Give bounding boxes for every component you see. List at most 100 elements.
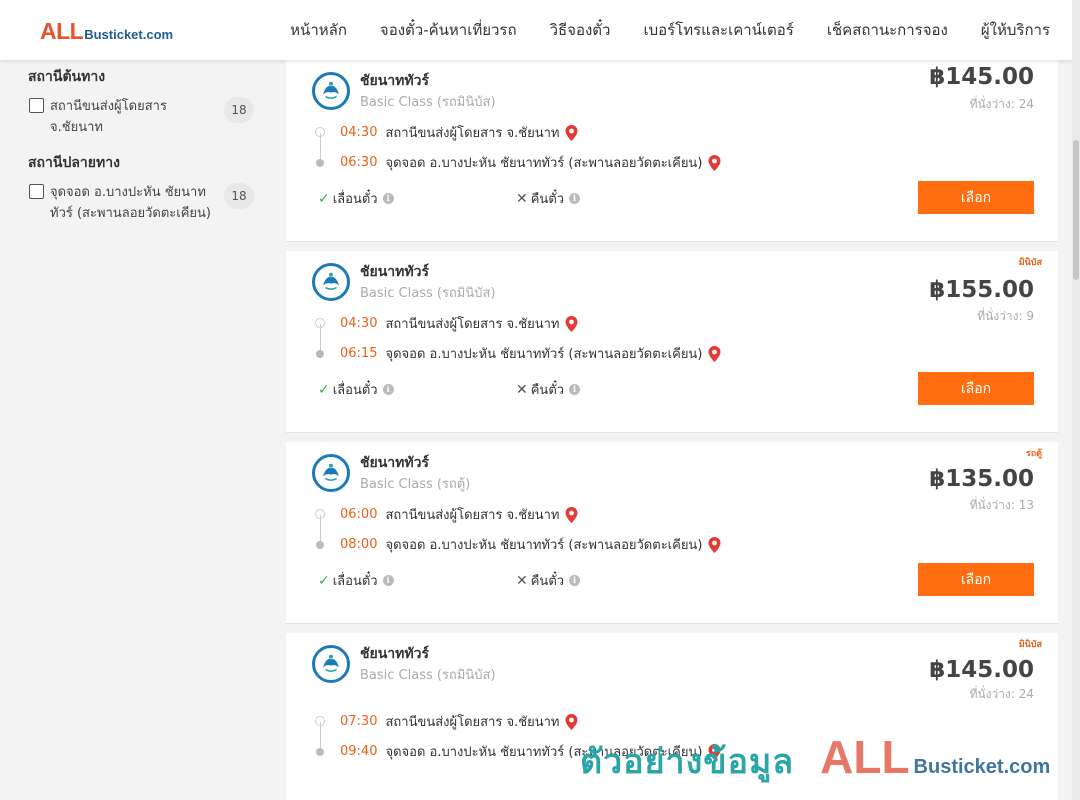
info-icon[interactable]: i (382, 575, 394, 586)
arrival-dot-icon (316, 748, 324, 756)
info-icon[interactable]: i (382, 384, 394, 395)
map-pin-icon[interactable] (565, 506, 578, 523)
trip-price: ฿135.00 (929, 466, 1034, 492)
operator-logo-icon (312, 263, 350, 301)
trip-results: ชัยนาททัวร์ Basic Class (รถมินิบัส) ฿145… (286, 60, 1058, 800)
departure-time: 04:30 (340, 316, 378, 331)
service-class: Basic Class (รถมินิบัส) (360, 95, 496, 110)
check-icon: ✓ (318, 190, 330, 207)
trip-price: ฿145.00 (929, 657, 1034, 683)
arrival-station: จุดจอด อ.บางปะหัน ชัยนาททัวร์ (สะพานลอยว… (385, 156, 703, 171)
route-connector (320, 722, 321, 748)
map-pin-icon[interactable] (708, 536, 721, 553)
departure-station: สถานีขนส่งผู้โดยสาร จ.ชัยนาท (385, 126, 560, 141)
route-connector (320, 324, 321, 350)
trip-card: มินิบัส ชัยนาททัวร์ Basic Class (รถมินิบ… (286, 251, 1058, 433)
seats-available: ที่นั่งว่าง: 24 (969, 97, 1034, 111)
origin-checkbox[interactable] (29, 98, 44, 113)
route-connector (320, 133, 321, 159)
operator-name: ชัยนาททัวร์ (360, 73, 429, 89)
vehicle-type-tag: มินิบัส (1018, 258, 1042, 268)
departure-station: สถานีขนส่งผู้โดยสาร จ.ชัยนาท (385, 508, 560, 523)
refund-ticket-policy: ✕ คืนตั๋ว i (516, 188, 581, 209)
map-pin-icon[interactable] (708, 154, 721, 171)
map-pin-icon[interactable] (565, 713, 578, 730)
filter-sidebar: สถานีต้นทาง สถานีขนส่งผู้โดยสาร จ.ชัยนาท… (28, 60, 260, 224)
map-pin-icon[interactable] (565, 315, 578, 332)
service-class: Basic Class (รถมินิบัส) (360, 668, 496, 683)
refund-ticket-policy: ✕ คืนตั๋ว i (516, 379, 581, 400)
nav-operators[interactable]: ผู้ให้บริการ (981, 18, 1050, 42)
arrival-station: จุดจอด อ.บางปะหัน ชัยนาททัวร์ (สะพานลอยว… (385, 538, 703, 553)
info-icon[interactable]: i (569, 193, 581, 204)
trip-card: รถตู้ ชัยนาททัวร์ Basic Class (รถตู้) ฿1… (286, 442, 1058, 624)
info-icon[interactable]: i (569, 384, 581, 395)
change-ticket-label: เลื่อนตั๋ว (332, 192, 378, 207)
destination-checkbox[interactable] (29, 184, 44, 199)
origin-filter-title: สถานีต้นทาง (28, 69, 106, 85)
vehicle-type-tag: มินิบัส (1018, 640, 1042, 650)
logo-all-text: ALL (40, 18, 84, 44)
info-icon[interactable]: i (382, 193, 394, 204)
nav-book-search[interactable]: จองตั๋ว-ค้นหาเที่ยวรถ (380, 18, 517, 42)
arrival-station: จุดจอด อ.บางปะหัน ชัยนาททัวร์ (สะพานลอยว… (385, 745, 703, 760)
trip-route: 04:30 สถานีขนส่งผู้โดยสาร จ.ชัยนาท 06:15… (314, 313, 834, 369)
departure-station: สถานีขนส่งผู้โดยสาร จ.ชัยนาท (385, 715, 560, 730)
departure-stop: 07:30 สถานีขนส่งผู้โดยสาร จ.ชัยนาท (340, 711, 578, 732)
destination-filter-option[interactable]: จุดจอด อ.บางปะหัน ชัยนาททัวร์ (สะพานลอยว… (28, 182, 260, 224)
refund-ticket-label: คืนตั๋ว (530, 574, 565, 589)
vehicle-type-tag: รถตู้ (1025, 449, 1042, 459)
x-icon: ✕ (516, 381, 528, 398)
trip-card: ชัยนาททัวร์ Basic Class (รถมินิบัส) ฿145… (286, 60, 1058, 242)
trip-route: 04:30 สถานีขนส่งผู้โดยสาร จ.ชัยนาท 06:30… (314, 122, 834, 178)
main-nav: หน้าหลัก จองตั๋ว-ค้นหาเที่ยวรถ วิธีจองตั… (257, 0, 1050, 60)
arrival-dot-icon (316, 541, 324, 549)
change-ticket-policy: ✓ เลื่อนตั๋ว i (318, 188, 394, 209)
check-icon: ✓ (318, 381, 330, 398)
seats-available: ที่นั่งว่าง: 9 (977, 309, 1034, 323)
select-trip-button[interactable]: เลือก (918, 563, 1034, 596)
map-pin-icon[interactable] (565, 124, 578, 141)
arrival-stop: 09:40 จุดจอด อ.บางปะหัน ชัยนาททัวร์ (สะพ… (340, 741, 721, 762)
destination-option-label: จุดจอด อ.บางปะหัน ชัยนาททัวร์ (สะพานลอยว… (50, 185, 212, 221)
page-scrollbar[interactable] (1072, 0, 1080, 800)
nav-how-to-book[interactable]: วิธีจองตั๋ว (550, 18, 611, 42)
site-logo[interactable]: ALL Busticket.com (40, 18, 173, 45)
select-trip-button[interactable]: เลือก (918, 372, 1034, 405)
trip-card: มินิบัส ชัยนาททัวร์ Basic Class (รถมินิบ… (286, 633, 1058, 800)
origin-count-badge: 18 (224, 97, 254, 123)
map-pin-icon[interactable] (708, 743, 721, 760)
select-trip-button[interactable]: เลือก (918, 181, 1034, 214)
departure-stop: 04:30 สถานีขนส่งผู้โดยสาร จ.ชัยนาท (340, 122, 578, 143)
departure-station: สถานีขนส่งผู้โดยสาร จ.ชัยนาท (385, 317, 560, 332)
origin-option-label: สถานีขนส่งผู้โดยสาร จ.ชัยนาท (50, 99, 167, 135)
arrival-time: 06:30 (340, 155, 378, 170)
operator-logo-icon (312, 72, 350, 110)
refund-ticket-policy: ✕ คืนตั๋ว i (516, 570, 581, 591)
arrival-stop: 06:15 จุดจอด อ.บางปะหัน ชัยนาททัวร์ (สะพ… (340, 343, 721, 364)
arrival-time: 09:40 (340, 744, 378, 759)
info-icon[interactable]: i (569, 575, 581, 586)
operator-logo-icon (312, 454, 350, 492)
route-connector (320, 515, 321, 541)
logo-rest-text: Busticket.com (84, 27, 174, 42)
scrollbar-thumb[interactable] (1073, 140, 1079, 280)
arrival-station: จุดจอด อ.บางปะหัน ชัยนาททัวร์ (สะพานลอยว… (385, 347, 703, 362)
operator-name: ชัยนาททัวร์ (360, 264, 429, 280)
refund-ticket-label: คืนตั๋ว (530, 192, 565, 207)
nav-home[interactable]: หน้าหลัก (290, 18, 347, 42)
nav-check-booking[interactable]: เช็คสถานะการจอง (827, 18, 948, 42)
map-pin-icon[interactable] (708, 345, 721, 362)
check-icon: ✓ (318, 572, 330, 589)
x-icon: ✕ (516, 190, 528, 207)
x-icon: ✕ (516, 572, 528, 589)
trip-route: 07:30 สถานีขนส่งผู้โดยสาร จ.ชัยนาท 09:40… (314, 711, 834, 767)
arrival-stop: 06:30 จุดจอด อ.บางปะหัน ชัยนาททัวร์ (สะพ… (340, 152, 721, 173)
operator-logo-icon (312, 645, 350, 683)
change-ticket-label: เลื่อนตั๋ว (332, 574, 378, 589)
departure-time: 06:00 (340, 507, 378, 522)
service-class: Basic Class (รถตู้) (360, 477, 471, 492)
nav-contact-counter[interactable]: เบอร์โทรและเคาน์เตอร์ (643, 18, 793, 42)
refund-ticket-label: คืนตั๋ว (530, 383, 565, 398)
origin-filter-option[interactable]: สถานีขนส่งผู้โดยสาร จ.ชัยนาท 18 (28, 96, 260, 138)
